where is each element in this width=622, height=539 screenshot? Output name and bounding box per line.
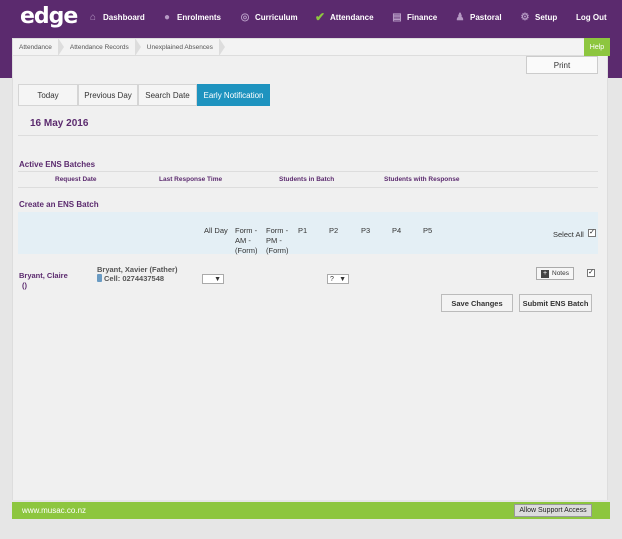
col-form-am: Form - AM - (Form) [235, 226, 258, 255]
nav-pastoral[interactable]: ♟ Pastoral [453, 8, 502, 26]
col-all-day: All Day [204, 226, 228, 235]
nav-curriculum-label: Curriculum [255, 12, 298, 22]
contact-name: Bryant, Xavier (Father) [97, 265, 178, 274]
top-nav-bar: edge ⌂ Dashboard ● Enrolments ◎ Curricul… [0, 0, 622, 34]
nav-enrolments[interactable]: ● Enrolments [160, 8, 221, 26]
allow-support-access-button[interactable]: Allow Support Access [514, 504, 592, 517]
col-p2: P2 [329, 226, 339, 235]
col-form-pm: Form - PM - (Form) [266, 226, 289, 255]
bottom-band [0, 519, 622, 539]
col-p3: P3 [361, 226, 371, 235]
active-batches-title: Active ENS Batches [19, 160, 96, 169]
tab-previous-day[interactable]: Previous Day [78, 84, 138, 106]
footer-url[interactable]: www.musac.co.nz [22, 506, 86, 515]
notes-button[interactable]: + Notes [536, 267, 574, 280]
breadcrumb: Attendance Attendance Records Unexplaine… [12, 38, 608, 56]
student-name[interactable]: Bryant, Claire [19, 271, 68, 280]
nav-finance-label: Finance [407, 12, 438, 22]
tab-bar: Today Previous Day Search Date Early Not… [18, 84, 270, 106]
divider [18, 187, 598, 188]
tab-search-date[interactable]: Search Date [138, 84, 197, 106]
col-request-date: Request Date [55, 176, 97, 183]
col-p4: P4 [392, 226, 402, 235]
pastoral-icon: ♟ [455, 11, 465, 23]
nav-pastoral-label: Pastoral [470, 12, 502, 22]
select-all-checkbox[interactable]: ✓ [588, 229, 596, 237]
row-select-checkbox[interactable]: ✓ [587, 269, 595, 277]
phone-icon [97, 274, 102, 282]
student-id: () [22, 281, 27, 290]
notes-label: Notes [552, 270, 569, 277]
edge-logo[interactable]: edge [20, 4, 78, 29]
nav-setup[interactable]: ⚙ Setup [518, 8, 558, 26]
print-button[interactable]: Print [526, 56, 598, 74]
nav-setup-label: Setup [535, 12, 558, 22]
page-date: 16 May 2016 [30, 118, 89, 129]
tab-today[interactable]: Today [18, 84, 78, 106]
dropdown-arrow-icon: ▼ [339, 275, 346, 283]
col-last-response-time: Last Response Time [159, 176, 223, 183]
breadcrumb-attendance-records[interactable]: Attendance Records [64, 38, 141, 56]
money-icon: ▤ [392, 11, 402, 23]
nav-attendance[interactable]: ✔ Attendance [313, 8, 374, 26]
nav-attendance-label: Attendance [330, 12, 374, 22]
col-p1: P1 [298, 226, 308, 235]
divider [18, 135, 598, 136]
dropdown-arrow-icon: ▼ [214, 275, 221, 283]
divider [18, 171, 598, 172]
breadcrumb-unexplained-absences[interactable]: Unexplained Absences [141, 38, 226, 56]
p2-select-value: ? [330, 275, 334, 283]
p2-select[interactable]: ? ▼ [327, 274, 349, 284]
nav-finance[interactable]: ▤ Finance [390, 8, 437, 26]
people-icon: ◎ [240, 11, 250, 23]
col-students-with-response: Students with Response [384, 176, 460, 183]
nav-curriculum[interactable]: ◎ Curriculum [238, 8, 298, 26]
col-students-in-batch: Students in Batch [279, 176, 335, 183]
logout-link[interactable]: Log Out [576, 8, 607, 26]
breadcrumb-attendance[interactable]: Attendance [13, 38, 64, 56]
create-batch-title: Create an ENS Batch [19, 200, 99, 209]
nav-enrolments-label: Enrolments [177, 12, 222, 22]
contact-cell: Cell: 0274437548 [97, 274, 164, 283]
col-p5: P5 [423, 226, 433, 235]
house-icon: ⌂ [89, 11, 97, 23]
help-button[interactable]: Help [584, 38, 610, 56]
nav-dashboard-label: Dashboard [103, 12, 145, 22]
contact-cell-text: Cell: 0274437548 [104, 274, 165, 283]
save-changes-button[interactable]: Save Changes [441, 294, 513, 312]
tab-early-notification[interactable]: Early Notification [197, 84, 270, 106]
gear-icon: ⚙ [520, 11, 530, 23]
plus-icon: + [541, 269, 549, 278]
ens-table-header [18, 212, 598, 254]
person-icon: ● [163, 11, 171, 23]
checkmark-icon: ✔ [314, 10, 326, 24]
nav-dashboard[interactable]: ⌂ Dashboard [86, 8, 145, 26]
all-day-select[interactable]: ▼ [202, 274, 224, 284]
submit-ens-batch-button[interactable]: Submit ENS Batch [519, 294, 592, 312]
select-all-label: Select All [553, 230, 584, 239]
